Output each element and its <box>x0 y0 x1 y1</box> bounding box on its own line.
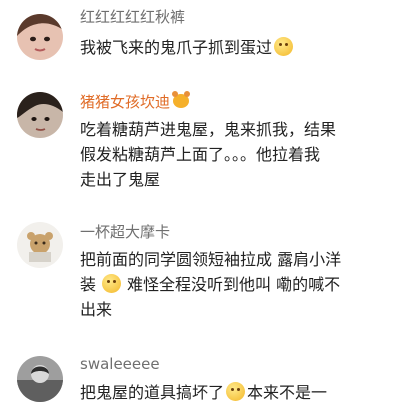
comment-text: 我被飞来的鬼爪子抓到蛋过 <box>80 35 398 60</box>
comment-text: 吃着糖葫芦进鬼屋，鬼来抓我，结果 假发粘糖葫芦上面了。。。他拉着我 走出了鬼屋 <box>80 117 398 192</box>
bear-badge-icon <box>172 91 191 108</box>
comment-text-fragment: 把鬼屋的道具搞坏了 <box>80 383 225 402</box>
avatar[interactable] <box>17 222 63 268</box>
avatar[interactable] <box>17 14 63 60</box>
comment-text-line: 把前面的同学圆领短袖拉成 露肩小洋 <box>80 250 342 269</box>
comment-text-fragment: 装 <box>80 275 97 294</box>
comment-text: 把前面的同学圆领短袖拉成 露肩小洋 装 难怪全程没听到他叫 嘞的喊不 出来 <box>80 247 398 322</box>
comment-text-line: 出来 <box>80 300 113 319</box>
avatar[interactable] <box>17 92 63 138</box>
grin-emoji-icon <box>102 274 122 293</box>
comment-username[interactable]: swaleeeee <box>80 355 160 373</box>
comment-text-line: 我被飞来的鬼爪子抓到蛋过 <box>80 38 273 57</box>
comment-text-line: 走出了鬼屋 <box>80 170 161 189</box>
smile-emoji-icon <box>274 37 294 56</box>
comment-username[interactable]: 红红红红红秋裤 <box>80 6 185 27</box>
username-text[interactable]: 猪猪女孩坎迪 <box>80 93 170 111</box>
comment-text-line: 吃着糖葫芦进鬼屋，鬼来抓我，结果 <box>80 120 337 139</box>
comment-username[interactable]: 猪猪女孩坎迪 <box>80 91 191 112</box>
comment-text-fragment: 本来不是一 <box>247 383 328 402</box>
comment-username[interactable]: 一杯超大摩卡 <box>80 221 170 242</box>
comment-text-line: 假发粘糖葫芦上面了。。。他拉着我 <box>80 145 321 164</box>
comment-text-fragment: 难怪全程没听到他叫 嘞的喊不 <box>127 275 341 294</box>
avatar[interactable] <box>17 356 63 402</box>
awkward-emoji-icon <box>226 382 246 401</box>
comment-text: 把鬼屋的道具搞坏了 本来不是一 <box>80 380 398 405</box>
